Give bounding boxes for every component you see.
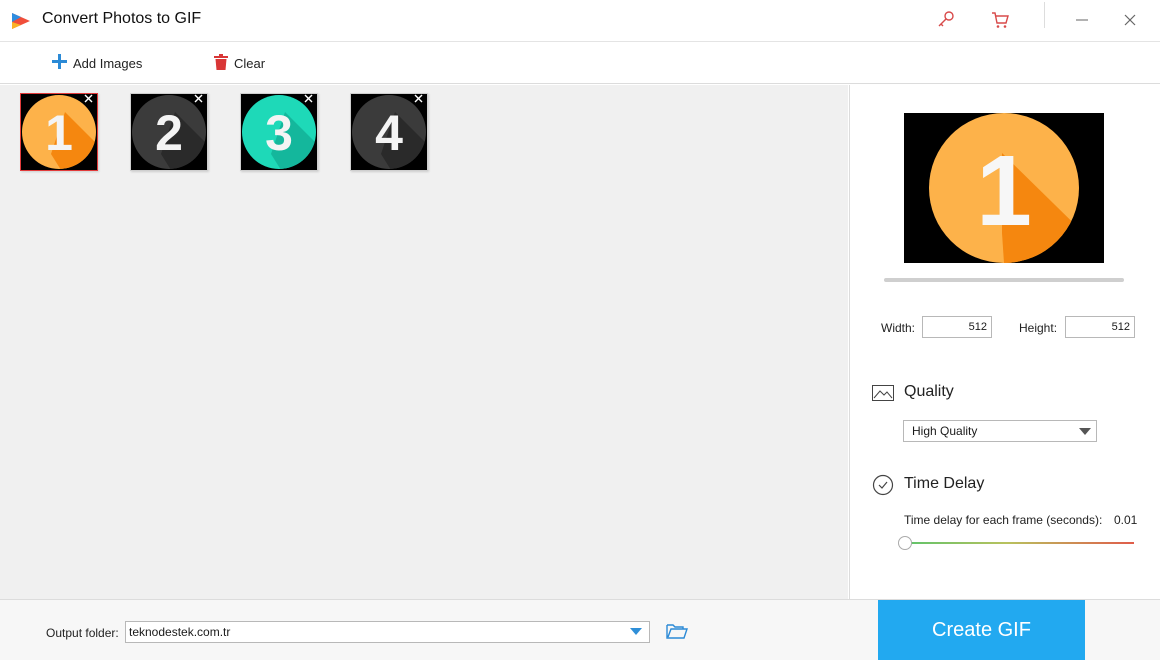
output-folder-input[interactable]: teknodestek.com.tr xyxy=(125,621,650,643)
thumbnail-number: 1 xyxy=(45,105,73,161)
quality-value: High Quality xyxy=(912,424,978,438)
remove-image-icon[interactable] xyxy=(84,94,96,106)
window-title: Convert Photos to GIF xyxy=(42,10,202,27)
time-delay-slider-track[interactable] xyxy=(902,542,1134,544)
time-delay-value: 0.01 xyxy=(1114,513,1138,527)
time-delay-label: Time delay for each frame (seconds): xyxy=(904,513,1103,527)
output-folder-dropdown-icon[interactable] xyxy=(630,628,642,635)
width-label: Width: xyxy=(881,321,916,335)
image-list-area[interactable]: 1 2 3 4 xyxy=(0,85,848,599)
remove-image-icon[interactable] xyxy=(194,94,206,106)
thumbnail-number: 4 xyxy=(375,105,403,161)
cart-icon[interactable] xyxy=(988,8,1012,32)
add-images-button[interactable]: Add Images xyxy=(52,52,142,74)
image-thumbnail[interactable]: 3 xyxy=(240,93,318,171)
folder-open-icon[interactable] xyxy=(666,622,688,640)
time-delay-title: Time Delay xyxy=(904,475,985,492)
image-thumbnail[interactable]: 4 xyxy=(350,93,428,171)
width-input[interactable]: 512 xyxy=(922,316,992,338)
plus-icon xyxy=(52,54,67,72)
gif-preview: 1 xyxy=(904,113,1104,263)
trash-icon xyxy=(214,53,228,73)
settings-panel: 1 Width: 512 Height: 512 Quality High Qu… xyxy=(849,85,1160,599)
key-icon[interactable] xyxy=(934,8,958,32)
titlebar-divider xyxy=(1044,2,1045,28)
create-gif-button[interactable]: Create GIF xyxy=(878,600,1085,660)
output-folder-label: Output folder: xyxy=(46,626,119,640)
add-images-label: Add Images xyxy=(73,55,143,71)
toolbar: Add Images Clear xyxy=(0,42,1160,84)
image-thumbnail[interactable]: 2 xyxy=(130,93,208,171)
clear-label: Clear xyxy=(234,55,266,71)
remove-image-icon[interactable] xyxy=(414,94,426,106)
thumbnail-number: 3 xyxy=(265,105,293,161)
clear-button[interactable]: Clear xyxy=(214,52,265,74)
time-delay-slider-handle[interactable] xyxy=(898,536,912,550)
close-icon[interactable] xyxy=(1118,8,1142,32)
image-quality-icon xyxy=(872,385,894,401)
app-logo-icon xyxy=(10,9,32,31)
height-label: Height: xyxy=(1019,321,1058,335)
minimize-icon[interactable] xyxy=(1070,8,1094,32)
remove-image-icon[interactable] xyxy=(304,94,316,106)
clock-icon xyxy=(872,474,894,496)
height-input[interactable]: 512 xyxy=(1065,316,1135,338)
image-thumbnail[interactable]: 1 xyxy=(20,93,98,171)
preview-progress-bar xyxy=(884,278,1124,282)
quality-dropdown[interactable]: High Quality xyxy=(903,420,1097,442)
title-bar: Convert Photos to GIF xyxy=(0,0,1160,42)
chevron-down-icon xyxy=(1079,428,1091,435)
quality-title: Quality xyxy=(904,383,954,400)
svg-text:1: 1 xyxy=(976,135,1032,247)
thumbnail-number: 2 xyxy=(155,105,183,161)
bottom-bar: Output folder: teknodestek.com.tr Create… xyxy=(0,599,1160,660)
